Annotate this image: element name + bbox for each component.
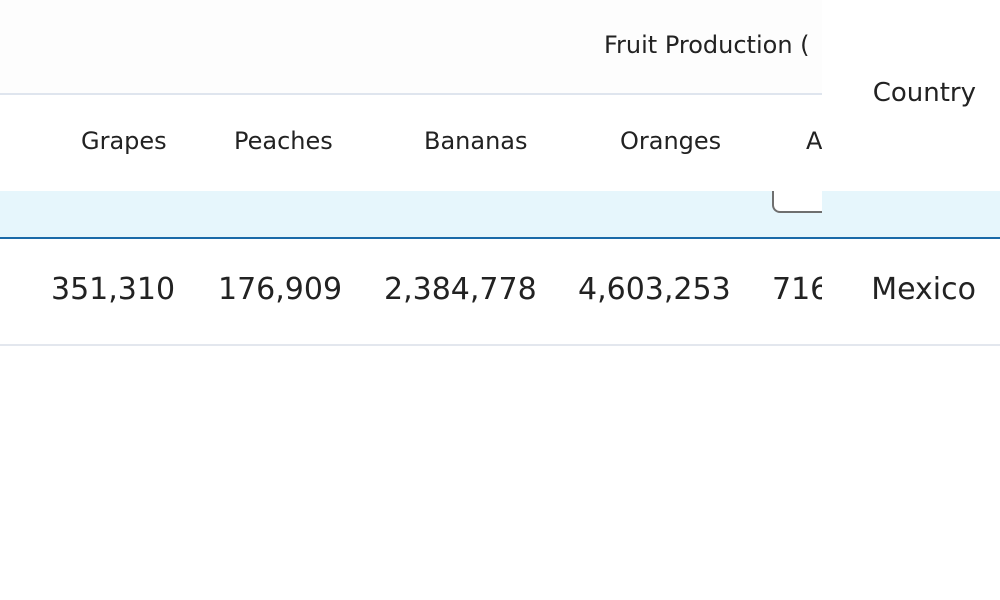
- cell-truncated: 716: [772, 272, 822, 307]
- pinned-column-header[interactable]: Country: [822, 0, 1000, 191]
- filter-row: [0, 191, 822, 239]
- column-header-grapes[interactable]: Grapes: [81, 127, 167, 155]
- cell-country[interactable]: Mexico: [822, 240, 1000, 346]
- column-group-header: Fruit Production (: [0, 0, 822, 95]
- cell-peaches: 176,909: [218, 272, 343, 307]
- cell-oranges: 4,603,253: [578, 272, 731, 307]
- column-header-peaches[interactable]: Peaches: [234, 127, 333, 155]
- pinned-filter-cell: [822, 191, 1000, 239]
- group-title: Fruit Production (: [604, 31, 810, 59]
- column-header-country[interactable]: Country: [873, 78, 976, 108]
- column-header-row: Grapes Peaches Bananas Oranges A: [0, 96, 822, 191]
- grid-scroll-pane[interactable]: Fruit Production ( Grapes Peaches Banana…: [0, 0, 822, 600]
- table-row[interactable]: 351,310 176,909 2,384,778 4,603,253 716: [0, 240, 822, 346]
- column-header-bananas[interactable]: Bananas: [424, 127, 528, 155]
- cell-bananas: 2,384,778: [384, 272, 537, 307]
- data-grid: Fruit Production ( Grapes Peaches Banana…: [0, 0, 1000, 600]
- column-header-truncated[interactable]: A: [806, 127, 822, 155]
- column-header-oranges[interactable]: Oranges: [620, 127, 721, 155]
- pinned-column: Country Mexico: [822, 0, 1000, 600]
- filter-input[interactable]: [772, 191, 822, 213]
- cell-grapes: 351,310: [51, 272, 176, 307]
- cell-country-value: Mexico: [871, 272, 976, 307]
